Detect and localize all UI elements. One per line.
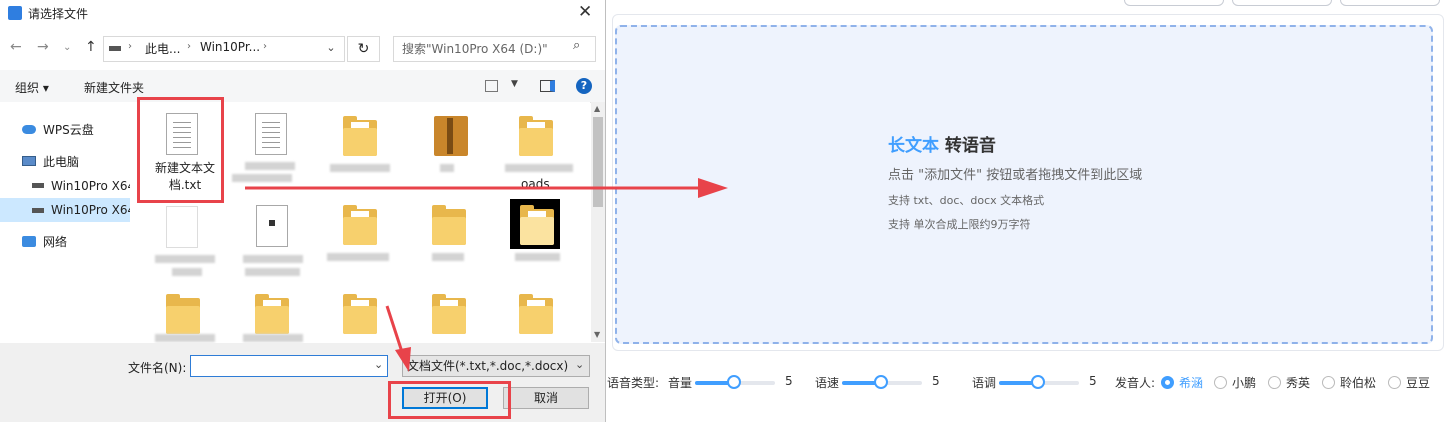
arrow-to-open-button bbox=[385, 305, 411, 372]
arrow-to-drop-zone bbox=[245, 178, 728, 198]
annotation-arrows bbox=[245, 178, 728, 372]
